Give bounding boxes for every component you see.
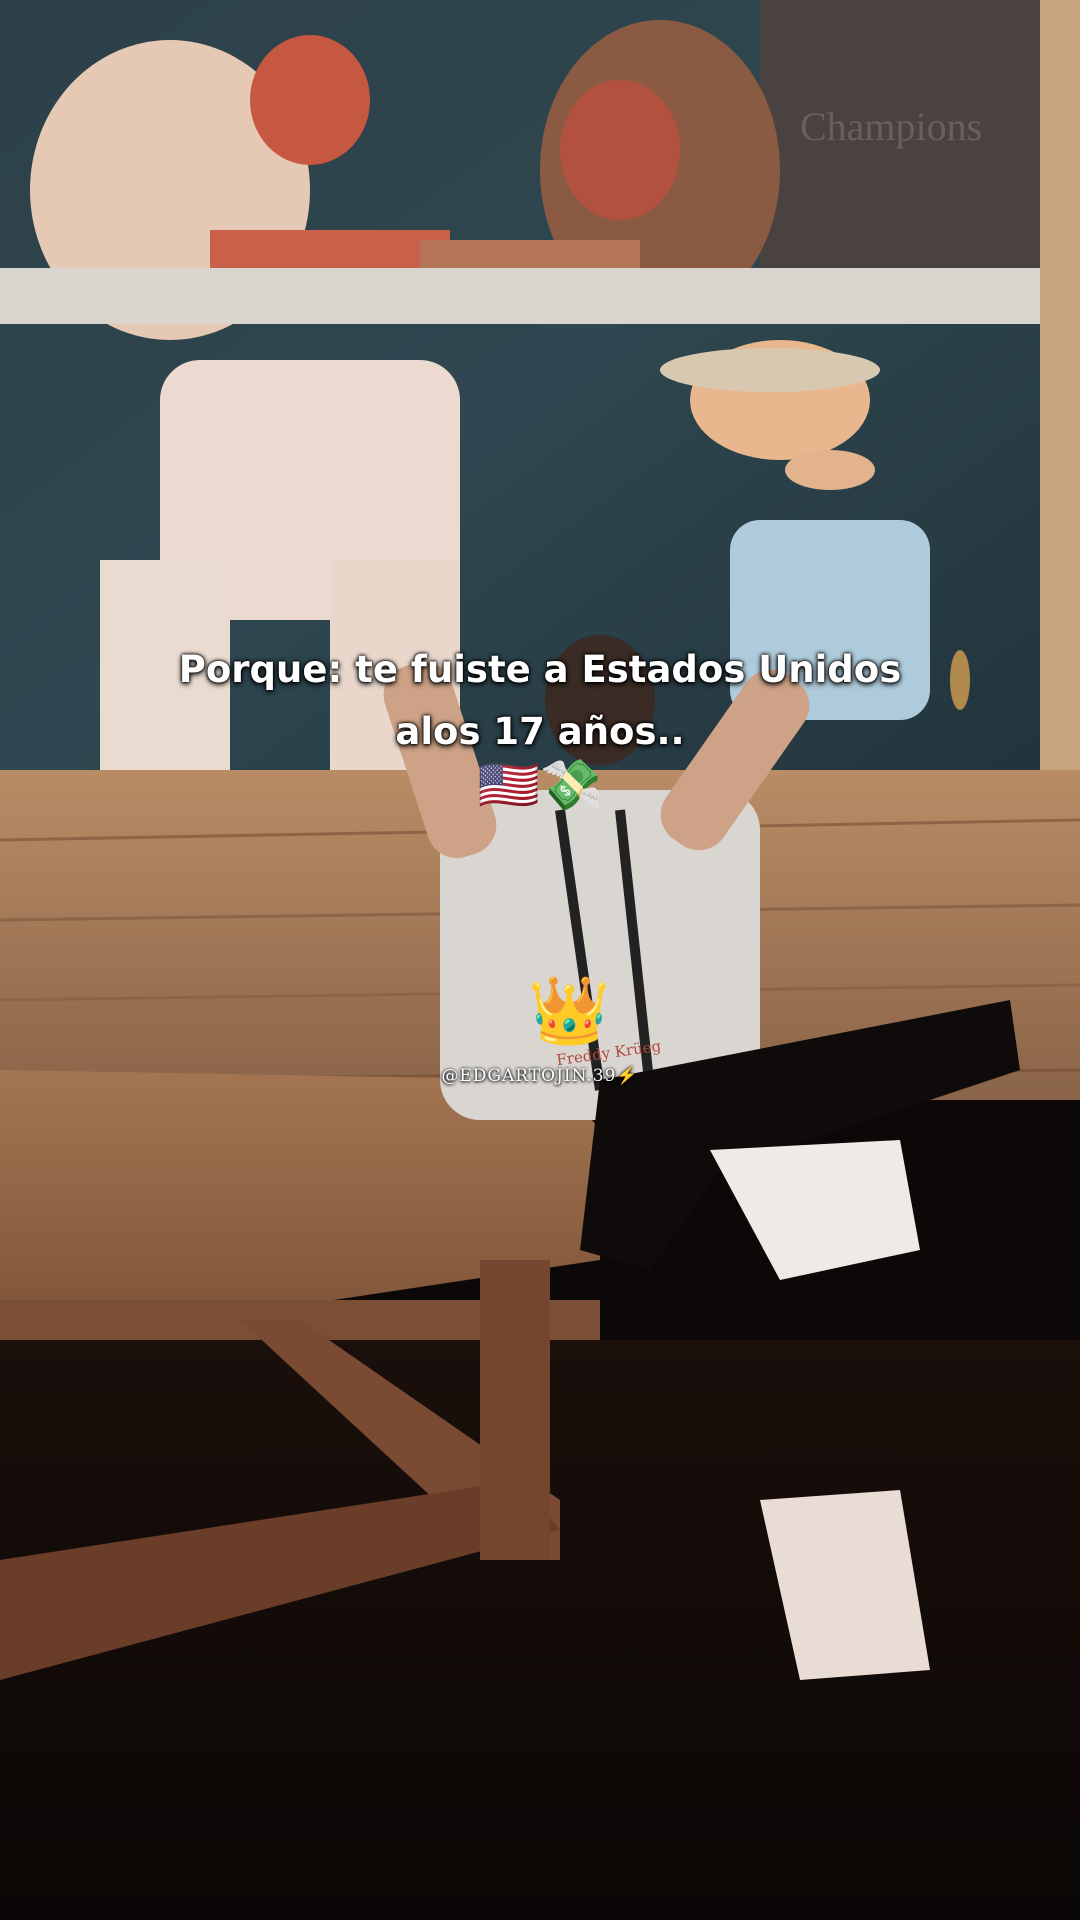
- mural-sign: Champions: [800, 104, 982, 149]
- wooden-bench: [0, 1070, 1080, 1920]
- photo-scene: Champions: [0, 0, 1080, 1920]
- flag-money-emojis: 🇺🇸💸: [477, 756, 603, 814]
- caption-line-2: alos 17 años..: [395, 710, 685, 753]
- caption-line-1: Porque: te fuiste a Estados Unidos: [178, 648, 902, 691]
- crown-emoji: 👑: [528, 972, 611, 1049]
- creator-handle: @EDGARTOJIN.39⚡: [441, 1066, 639, 1086]
